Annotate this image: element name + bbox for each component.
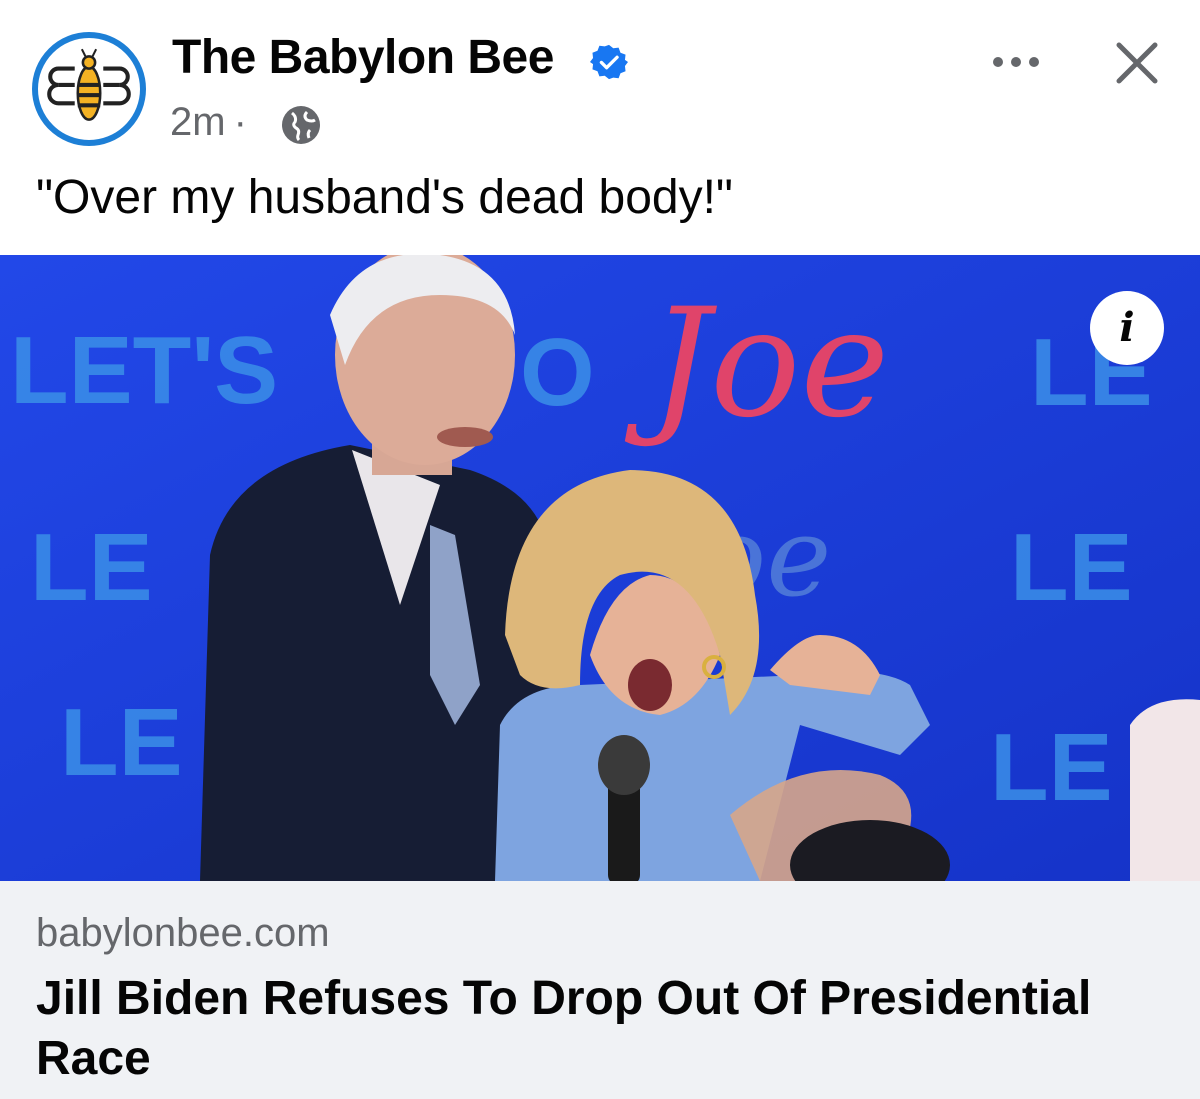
post-caption: "Over my husband's dead body!" <box>36 171 733 224</box>
info-icon[interactable]: i <box>1090 291 1164 365</box>
post-header: The Babylon Bee 2m · "Over my husband's d… <box>0 0 1200 255</box>
close-icon[interactable] <box>1114 40 1160 86</box>
backdrop-text: LE <box>990 714 1113 821</box>
backdrop-text: LE <box>60 689 183 796</box>
meta-separator: · <box>233 100 247 144</box>
more-dots-icon[interactable] <box>988 40 1044 80</box>
babylon-bee-logo-icon <box>47 48 131 121</box>
link-preview[interactable]: babylonbee.com Jill Biden Refuses To Dro… <box>0 881 1200 1099</box>
backdrop-text: O <box>520 319 595 426</box>
backdrop-text: LET'S <box>10 317 278 424</box>
post-image[interactable]: LET'S O LE LE LE LE LE Joe oe i <box>0 255 1200 881</box>
photo-scene: LET'S O LE LE LE LE LE Joe oe <box>0 255 1200 881</box>
link-domain: babylonbee.com <box>36 911 330 955</box>
post-timestamp[interactable]: 2m <box>170 100 226 144</box>
post-meta: 2m · <box>170 100 255 145</box>
verified-badge-icon <box>590 44 628 80</box>
backdrop-script-text: Joe <box>624 277 889 451</box>
backdrop-text: LE <box>30 514 153 621</box>
backdrop-text: LE <box>1010 514 1133 621</box>
page-avatar[interactable] <box>32 32 146 146</box>
link-headline[interactable]: Jill Biden Refuses To Drop Out Of Presid… <box>36 969 1156 1089</box>
globe-icon <box>282 106 320 144</box>
page-name-link[interactable]: The Babylon Bee <box>172 30 554 85</box>
